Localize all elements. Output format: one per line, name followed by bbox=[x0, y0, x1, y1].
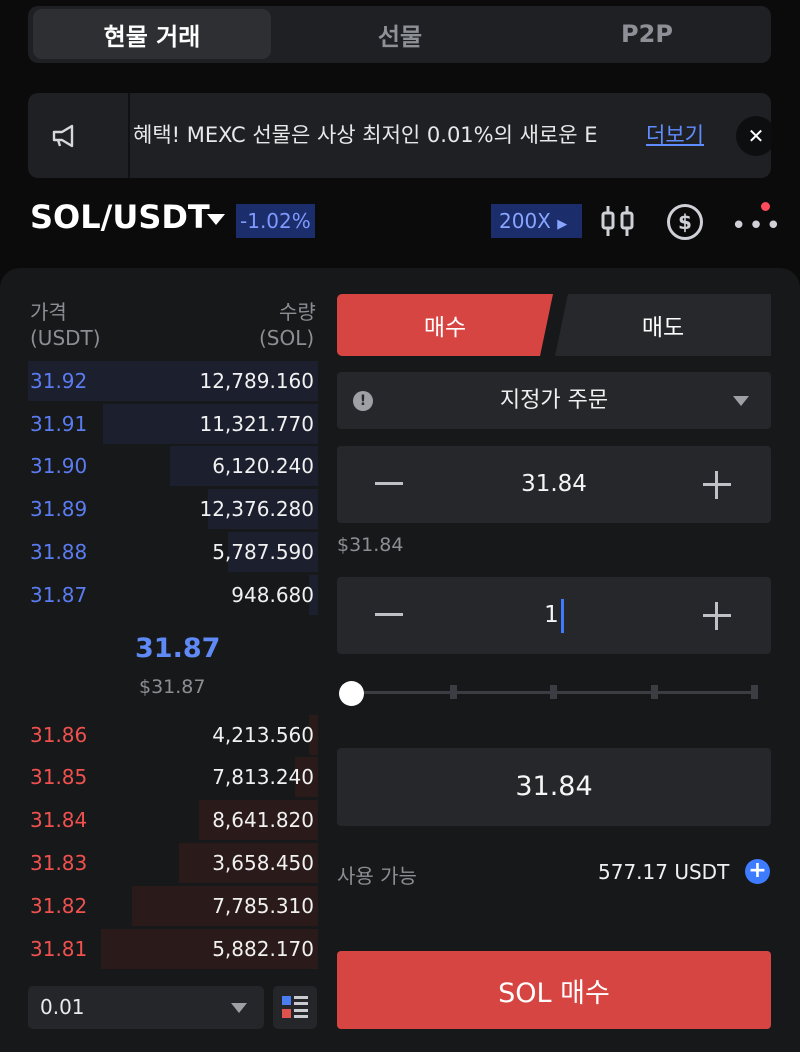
depth-select[interactable]: 0.01 bbox=[28, 986, 264, 1029]
plus-icon[interactable] bbox=[703, 602, 731, 630]
bid-qty: 7,785.310 bbox=[212, 894, 314, 918]
amount-value: 1 bbox=[544, 602, 559, 628]
bid-qty: 8,641.820 bbox=[212, 808, 314, 832]
ask-row[interactable]: 31.92 12,789.160 bbox=[28, 361, 318, 401]
ask-price: 31.87 bbox=[30, 583, 88, 607]
bid-row[interactable]: 31.86 4,213.560 bbox=[28, 715, 318, 755]
price-usd-hint: $31.84 bbox=[337, 534, 404, 556]
slider-tick[interactable] bbox=[450, 685, 457, 699]
ask-qty: 12,376.280 bbox=[199, 497, 314, 521]
chevron-down-icon bbox=[231, 1003, 247, 1013]
price-unit: (USDT) bbox=[30, 326, 101, 350]
depth-value: 0.01 bbox=[40, 995, 85, 1019]
ask-row[interactable]: 31.91 11,321.770 bbox=[28, 404, 318, 444]
slider-tick[interactable] bbox=[751, 685, 758, 699]
bid-row[interactable]: 31.83 3,658.450 bbox=[28, 843, 318, 883]
bid-row[interactable]: 31.81 5,882.170 bbox=[28, 929, 318, 969]
bid-row[interactable]: 31.84 8,641.820 bbox=[28, 800, 318, 840]
ask-price: 31.91 bbox=[30, 412, 88, 436]
bid-price: 31.84 bbox=[30, 808, 88, 832]
dollar-icon[interactable]: $ bbox=[667, 204, 703, 240]
notice-banner: 혜택! MEXC 선물은 사상 최저인 0.01%의 새로운 E 더보기 ✕ bbox=[28, 93, 771, 178]
bid-price: 31.86 bbox=[30, 723, 88, 747]
candlestick-chart-icon[interactable] bbox=[600, 204, 636, 238]
ask-row[interactable]: 31.90 6,120.240 bbox=[28, 446, 318, 486]
ask-qty: 5,787.590 bbox=[212, 540, 314, 564]
buy-tab[interactable]: 매수 bbox=[337, 294, 553, 356]
price-stepper: 31.84 bbox=[337, 446, 771, 523]
orderbook-layout-icon[interactable] bbox=[273, 986, 317, 1029]
megaphone-icon bbox=[52, 124, 74, 148]
text-cursor bbox=[560, 598, 564, 633]
amount-stepper: 1 bbox=[337, 577, 771, 654]
ask-qty: 12,789.160 bbox=[199, 369, 314, 393]
plus-icon[interactable] bbox=[703, 471, 731, 499]
notice-more-link[interactable]: 더보기 bbox=[646, 93, 704, 178]
ask-price: 31.90 bbox=[30, 454, 88, 478]
available-value: 577.17 USDT bbox=[598, 860, 730, 884]
amount-slider-handle[interactable] bbox=[339, 681, 364, 706]
leverage-button[interactable]: 200X ▶ bbox=[491, 204, 582, 238]
price-change-badge: -1.02% bbox=[236, 204, 315, 238]
notice-divider bbox=[128, 93, 130, 178]
chevron-down-icon bbox=[733, 396, 749, 406]
sell-tab[interactable]: 매도 bbox=[555, 294, 771, 356]
play-arrow-icon: ▶ bbox=[557, 217, 568, 232]
ask-row[interactable]: 31.89 12,376.280 bbox=[28, 489, 318, 529]
bid-qty: 7,813.240 bbox=[212, 765, 314, 789]
submit-buy-button[interactable]: SOL 매수 bbox=[337, 951, 771, 1029]
ask-qty: 948.680 bbox=[231, 583, 314, 607]
ask-row[interactable]: 31.88 5,787.590 bbox=[28, 532, 318, 572]
bid-price: 31.85 bbox=[30, 765, 88, 789]
ask-price: 31.89 bbox=[30, 497, 88, 521]
order-type-select[interactable]: ! 지정가 주문 bbox=[337, 372, 771, 429]
ask-row[interactable]: 31.87 948.680 bbox=[28, 575, 318, 615]
deposit-plus-icon[interactable]: + bbox=[745, 859, 770, 884]
bid-qty: 3,658.450 bbox=[212, 851, 314, 875]
notification-dot bbox=[761, 202, 770, 211]
notice-text[interactable]: 혜택! MEXC 선물은 사상 최저인 0.01%의 새로운 E bbox=[133, 93, 628, 178]
slider-tick[interactable] bbox=[651, 685, 658, 699]
ask-qty: 6,120.240 bbox=[212, 454, 314, 478]
price-header: 가격 bbox=[30, 300, 67, 324]
bid-price: 31.83 bbox=[30, 851, 88, 875]
ask-price: 31.92 bbox=[30, 369, 88, 393]
ask-price: 31.88 bbox=[30, 540, 88, 564]
close-icon[interactable]: ✕ bbox=[736, 116, 771, 156]
tab-p2p[interactable]: P2P bbox=[528, 9, 766, 59]
total-field[interactable]: 31.84 bbox=[337, 748, 771, 826]
qty-unit: (SOL) bbox=[259, 326, 315, 350]
tab-spot[interactable]: 현물 거래 bbox=[33, 9, 271, 59]
bid-price: 31.82 bbox=[30, 894, 88, 918]
leverage-label: 200X bbox=[499, 209, 551, 233]
bid-row[interactable]: 31.82 7,785.310 bbox=[28, 886, 318, 926]
bid-row[interactable]: 31.85 7,813.240 bbox=[28, 757, 318, 797]
pair-selector[interactable]: SOL/USDT bbox=[30, 198, 210, 236]
qty-header: 수량 bbox=[279, 300, 316, 324]
bid-price: 31.81 bbox=[30, 937, 88, 961]
tab-futures[interactable]: 선물 bbox=[281, 9, 519, 59]
total-value: 31.84 bbox=[515, 771, 593, 802]
bid-qty: 4,213.560 bbox=[212, 723, 314, 747]
slider-tick[interactable] bbox=[550, 685, 557, 699]
chevron-down-icon[interactable] bbox=[207, 214, 225, 225]
order-type-label: 지정가 주문 bbox=[499, 388, 609, 413]
ask-qty: 11,321.770 bbox=[199, 412, 314, 436]
more-icon[interactable]: ••• bbox=[731, 211, 783, 241]
market-tabs: 현물 거래 선물 P2P bbox=[28, 6, 771, 63]
available-label: 사용 가능 bbox=[337, 864, 417, 888]
bid-qty: 5,882.170 bbox=[212, 937, 314, 961]
last-price-usd: $31.87 bbox=[139, 676, 206, 698]
last-price: 31.87 bbox=[135, 633, 221, 664]
